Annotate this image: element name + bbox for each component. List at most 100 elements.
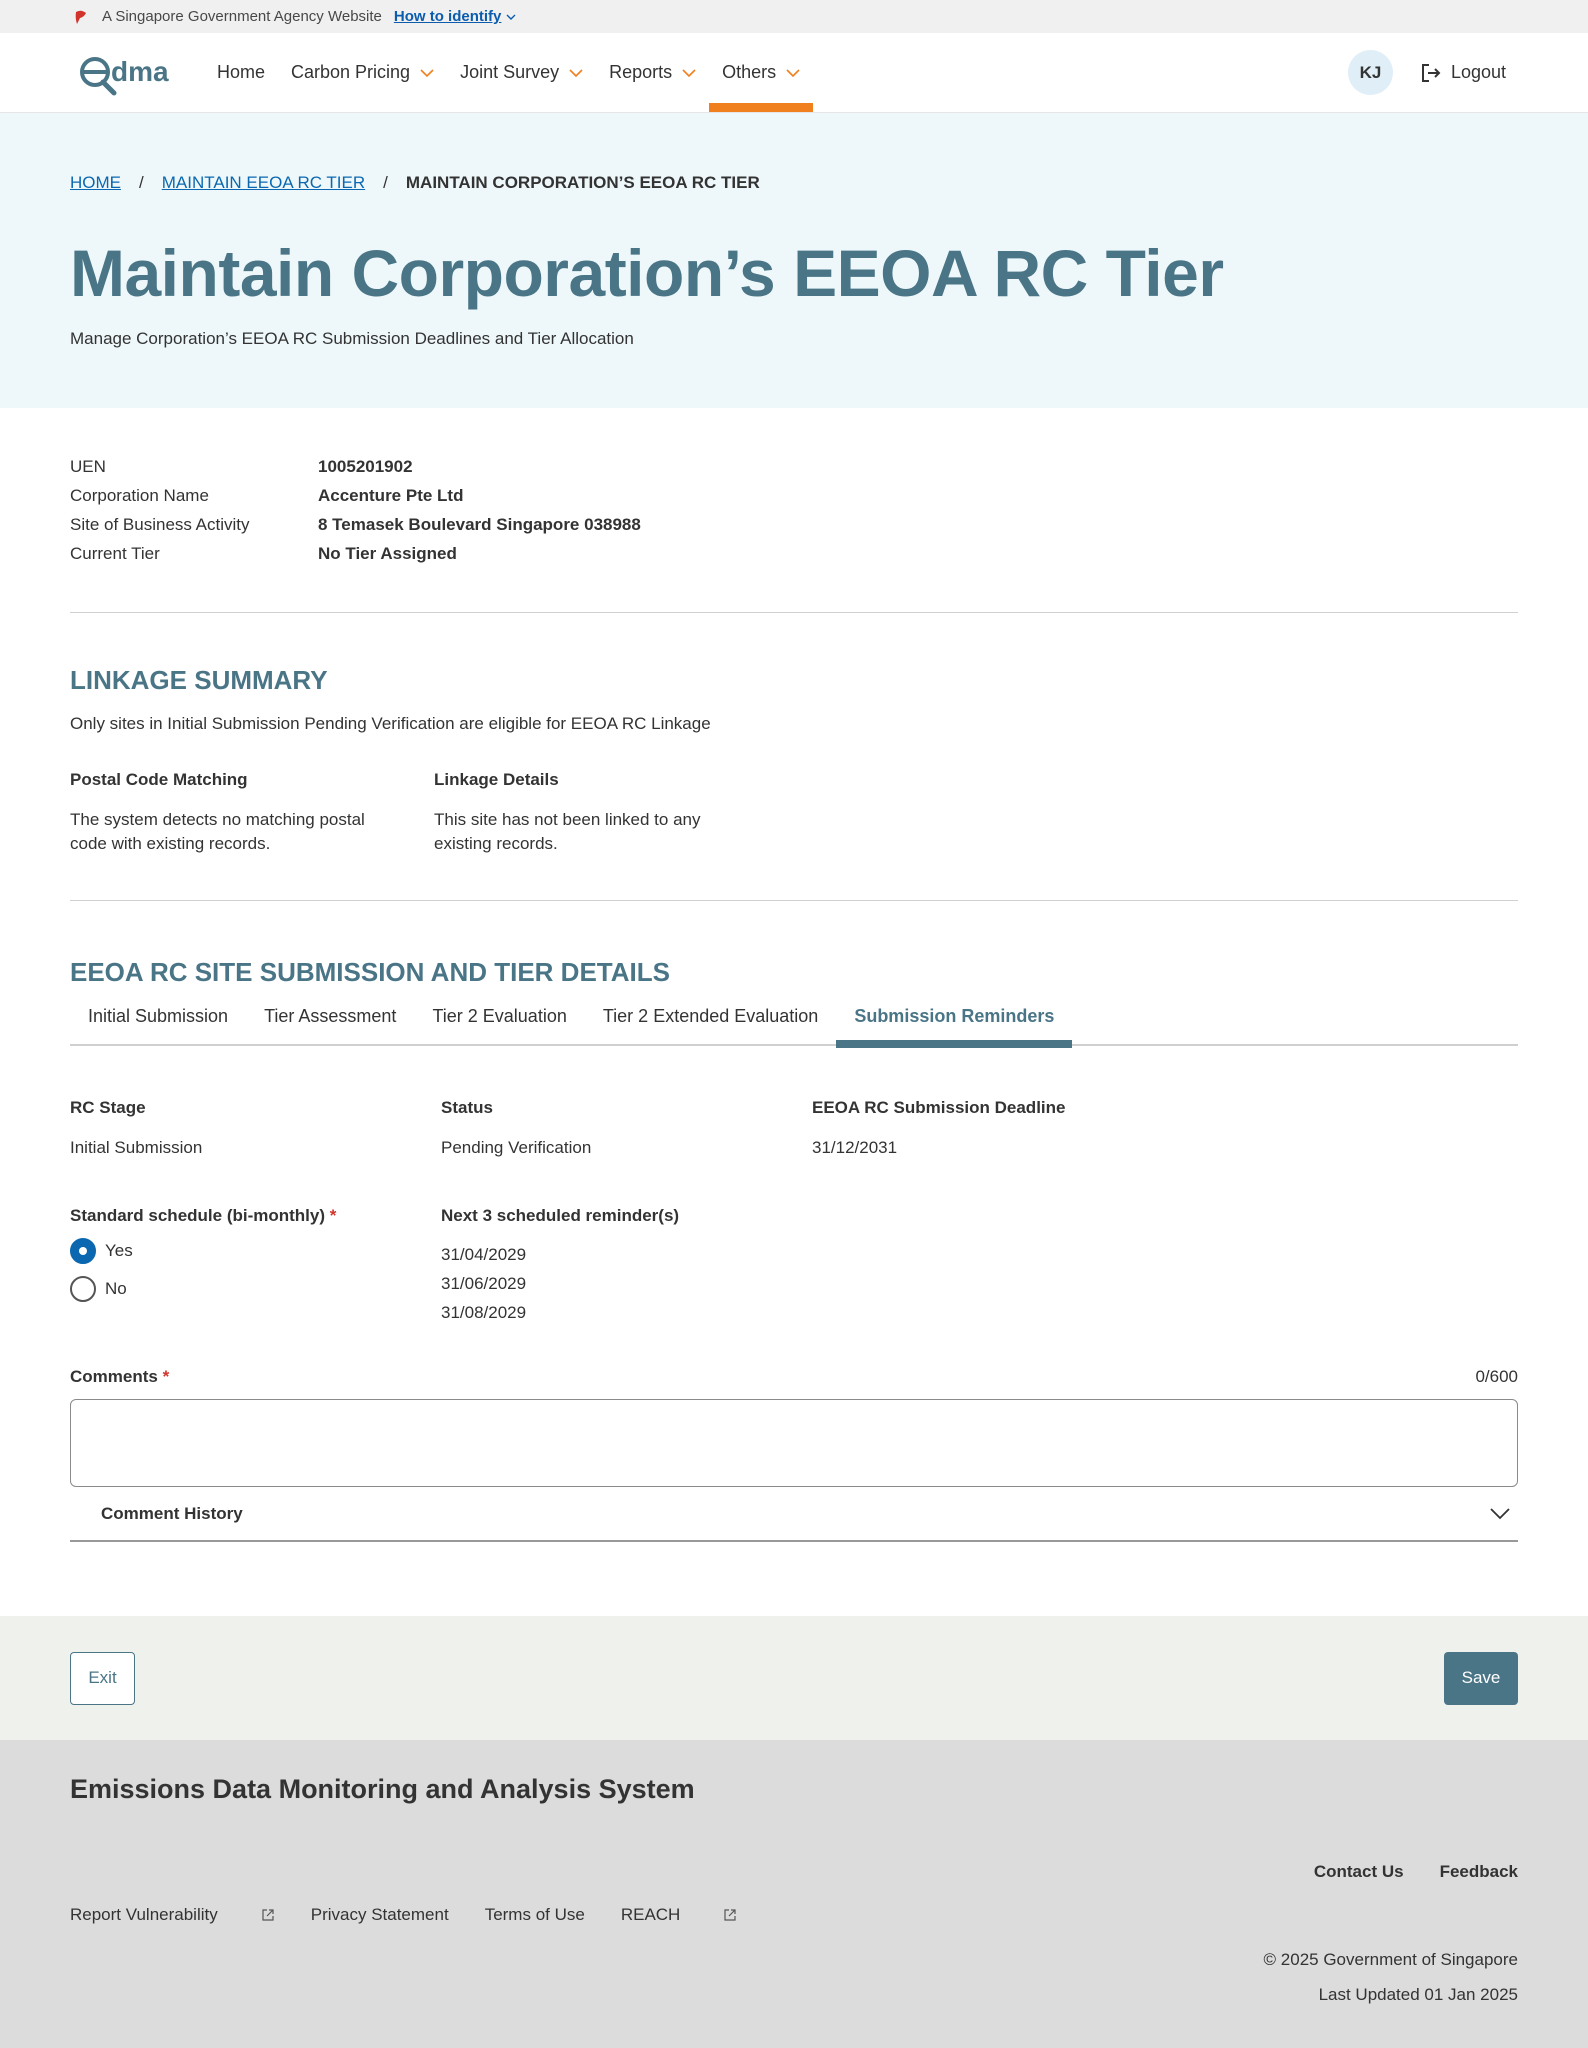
external-link-icon	[724, 1909, 736, 1921]
breadcrumb-home[interactable]: HOME	[70, 173, 121, 193]
reminder-date: 31/08/2029	[441, 1303, 527, 1322]
gov-masthead: A Singapore Government Agency Website Ho…	[0, 0, 1588, 33]
info-value: 1005201902	[318, 457, 413, 476]
required-marker: *	[162, 1367, 170, 1386]
edma-logo-icon: dma	[80, 56, 169, 95]
scheduled-reminders: Next 3 scheduled reminder(s) 31/04/2029 …	[441, 1206, 812, 1327]
breadcrumb-separator: /	[383, 173, 388, 192]
info-row-site: Site of Business Activity 8 Temasek Boule…	[70, 510, 1518, 539]
exit-button[interactable]: Exit	[70, 1651, 135, 1705]
info-label: UEN	[70, 457, 106, 476]
tab-submission-reminders[interactable]: Submission Reminders	[836, 1004, 1073, 1048]
privacy-statement-link[interactable]: Privacy Statement	[311, 1905, 449, 1925]
linkage-details: Linkage Details This site has not been l…	[434, 770, 798, 856]
edma-logo[interactable]: dma	[78, 33, 182, 112]
required-marker: *	[329, 1206, 337, 1225]
breadcrumb-current: MAINTAIN CORPORATION’S EEOA RC TIER	[405, 173, 760, 192]
logout-icon	[1421, 63, 1441, 82]
nav-reports-label: Reports	[609, 62, 673, 82]
chevron-down-icon	[420, 68, 434, 77]
info-label: Site of Business Activity	[70, 515, 250, 534]
comments-input[interactable]	[70, 1399, 1518, 1487]
info-value: 8 Temasek Boulevard Singapore 038988	[318, 515, 641, 534]
standard-schedule-label: Standard schedule (bi-monthly)	[70, 1206, 326, 1225]
logo-text: dma	[111, 56, 169, 87]
radio-yes-control[interactable]	[70, 1238, 96, 1264]
corporation-info: UEN 1005201902 Corporation Name Accenture …	[70, 408, 1518, 613]
nav-joint-survey[interactable]: Joint Survey	[447, 33, 596, 112]
comments-char-count: 0/600	[1475, 1367, 1518, 1386]
info-row-current-tier: Current Tier No Tier Assigned	[70, 539, 1518, 568]
nav-carbon-pricing[interactable]: Carbon Pricing	[278, 33, 447, 112]
reminder-date: 31/04/2029	[441, 1245, 527, 1264]
scheduled-reminders-label: Next 3 scheduled reminder(s)	[441, 1206, 680, 1225]
page-header: HOME / MAINTAIN EEOA RC TIER / MAINTAIN …	[0, 113, 1588, 408]
postal-code-matching: Postal Code Matching The system detects …	[70, 770, 434, 856]
info-label: Corporation Name	[70, 486, 209, 505]
chevron-down-icon	[786, 68, 800, 77]
nav-others[interactable]: Others	[709, 33, 814, 112]
contact-us-link[interactable]: Contact Us	[1314, 1862, 1404, 1882]
comment-history-toggle[interactable]: Comment History	[70, 1487, 1518, 1542]
comments-label: Comments	[70, 1367, 158, 1386]
footer-title: Emissions Data Monitoring and Analysis S…	[70, 1774, 695, 1804]
masthead-text: A Singapore Government Agency Website	[102, 8, 382, 25]
singapore-lion-icon	[75, 10, 86, 24]
submission-tabs: Initial Submission Tier Assessment Tier …	[70, 1004, 1518, 1048]
tab-tier-2-evaluation[interactable]: Tier 2 Evaluation	[414, 1004, 584, 1044]
info-label: Current Tier	[70, 544, 160, 563]
how-to-identify-link[interactable]: How to identify	[394, 8, 517, 25]
tab-initial-submission[interactable]: Initial Submission	[70, 1004, 246, 1044]
tab-tier-2-extended-evaluation[interactable]: Tier 2 Extended Evaluation	[585, 1004, 836, 1044]
submission-section: EEOA RC SITE SUBMISSION AND TIER DETAILS…	[70, 901, 1518, 1542]
info-row-corporation-name: Corporation Name Accenture Pte Ltd	[70, 481, 1518, 510]
feedback-link[interactable]: Feedback	[1440, 1862, 1518, 1882]
chevron-down-icon	[569, 68, 583, 77]
radio-no-label: No	[105, 1279, 127, 1298]
postal-code-matching-text: The system detects no matching postal co…	[70, 810, 365, 853]
nav-joint-survey-label: Joint Survey	[460, 62, 560, 82]
status-label: Status	[441, 1098, 493, 1117]
linkage-details-title: Linkage Details	[434, 770, 559, 789]
page-subtitle: Manage Corporation’s EEOA RC Submission …	[70, 329, 634, 348]
breadcrumb: HOME / MAINTAIN EEOA RC TIER / MAINTAIN …	[70, 173, 1518, 193]
how-to-identify-label: How to identify	[393, 8, 502, 25]
nav-home[interactable]: Home	[204, 33, 278, 112]
chevron-down-icon	[1490, 1507, 1510, 1519]
logout-button[interactable]: Logout	[1420, 62, 1506, 84]
radio-yes[interactable]: Yes	[70, 1238, 441, 1264]
comment-history-label: Comment History	[101, 1503, 243, 1523]
radio-no-control[interactable]	[70, 1276, 96, 1302]
last-updated: Last Updated 01 Jan 2025	[1318, 1985, 1518, 2004]
rc-stage-label: RC Stage	[70, 1098, 146, 1117]
report-vulnerability-label: Report Vulnerability	[70, 1905, 218, 1924]
copyright: © 2025 Government of Singapore	[1263, 1950, 1518, 1969]
info-value: No Tier Assigned	[318, 544, 457, 563]
terms-of-use-link[interactable]: Terms of Use	[485, 1905, 585, 1925]
breadcrumb-maintain-eeoa-rc-tier[interactable]: MAINTAIN EEOA RC TIER	[162, 173, 365, 193]
report-vulnerability-link[interactable]: Report Vulnerability	[70, 1905, 275, 1925]
radio-no[interactable]: No	[70, 1276, 441, 1302]
rc-stage-value: Initial Submission	[70, 1138, 203, 1157]
comments-group: Comments * 0/600	[70, 1367, 1518, 1487]
postal-code-matching-title: Postal Code Matching	[70, 770, 248, 789]
nav-carbon-pricing-label: Carbon Pricing	[291, 62, 411, 82]
breadcrumb-separator: /	[139, 173, 144, 192]
linkage-summary: LINKAGE SUMMARY Only sites in Initial Su…	[70, 613, 1518, 901]
reach-link[interactable]: REACH	[621, 1905, 738, 1925]
deadline-value: 31/12/2031	[812, 1138, 898, 1157]
main-nav: dma Home Carbon Pricing Joint Survey Rep…	[0, 33, 1588, 113]
status-value: Pending Verification	[441, 1138, 592, 1157]
nav-others-label: Others	[722, 62, 777, 82]
page-title: Maintain Corporation’s EEOA RC Tier	[70, 236, 1224, 310]
info-row-uen: UEN 1005201902	[70, 452, 1518, 481]
linkage-summary-title: LINKAGE SUMMARY	[70, 665, 328, 695]
info-value: Accenture Pte Ltd	[318, 486, 464, 505]
linkage-note: Only sites in Initial Submission Pending…	[70, 714, 711, 733]
nav-reports[interactable]: Reports	[596, 33, 709, 112]
save-button[interactable]: Save	[1444, 1651, 1518, 1705]
user-avatar[interactable]: KJ	[1347, 50, 1393, 95]
linkage-details-text: This site has not been linked to any exi…	[434, 810, 701, 853]
tab-tier-assessment[interactable]: Tier Assessment	[246, 1004, 414, 1044]
reach-label: REACH	[620, 1905, 681, 1924]
